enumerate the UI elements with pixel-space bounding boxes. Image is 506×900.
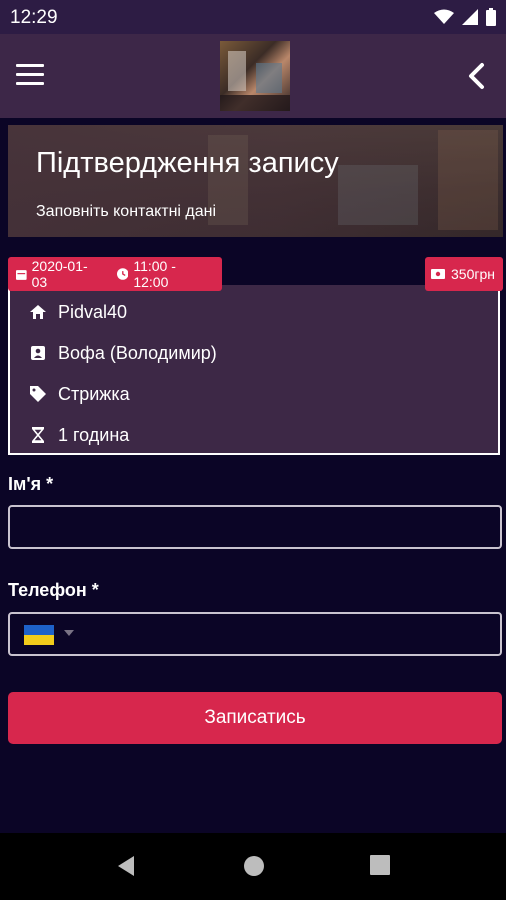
nav-recents-icon[interactable] bbox=[370, 855, 390, 875]
master-row: Вофа (Володимир) bbox=[30, 338, 217, 368]
nav-back-icon[interactable] bbox=[116, 855, 136, 877]
signal-icon bbox=[462, 9, 478, 25]
home-icon bbox=[30, 304, 46, 320]
back-icon[interactable] bbox=[464, 62, 488, 90]
date-time-badge: 2020-01-03 11:00 - 12:00 bbox=[8, 257, 222, 291]
booking-date: 2020-01-03 bbox=[31, 258, 88, 290]
status-time: 12:29 bbox=[10, 7, 58, 28]
system-nav-bar bbox=[0, 833, 506, 900]
booking-price: 350грн bbox=[451, 266, 495, 282]
submit-label: Записатись bbox=[204, 707, 306, 728]
price-badge: 350грн bbox=[425, 257, 503, 291]
page-header: Підтвердження запису Заповніть контактні… bbox=[8, 125, 503, 237]
service-name: Стрижка bbox=[58, 383, 130, 404]
master-name: Вофа (Володимир) bbox=[58, 342, 217, 363]
tag-icon bbox=[30, 386, 46, 402]
battery-icon bbox=[486, 8, 496, 26]
phone-field[interactable] bbox=[8, 612, 502, 656]
page-title: Підтвердження запису bbox=[36, 147, 339, 179]
status-bar: 12:29 bbox=[0, 0, 506, 34]
nav-home-icon[interactable] bbox=[243, 855, 265, 877]
ukraine-flag-icon[interactable] bbox=[24, 625, 54, 645]
duration-row: 1 година bbox=[30, 420, 129, 450]
status-icons bbox=[434, 8, 496, 26]
hourglass-icon bbox=[30, 427, 46, 443]
location-name: Pidval40 bbox=[58, 301, 128, 322]
salon-logo bbox=[220, 41, 290, 111]
location-row: Pidval40 bbox=[30, 297, 127, 327]
money-icon bbox=[431, 269, 445, 279]
booking-time: 11:00 - 12:00 bbox=[133, 258, 176, 290]
duration-value: 1 година bbox=[58, 424, 130, 445]
clock-icon bbox=[116, 268, 129, 280]
booking-card: Pidval40 Вофа (Володимир) Стрижка 1 годи… bbox=[8, 285, 500, 455]
chevron-down-icon[interactable] bbox=[64, 630, 74, 636]
name-label: Ім'я * bbox=[8, 474, 54, 494]
phone-label: Телефон * bbox=[8, 580, 99, 600]
submit-button[interactable]: Записатись bbox=[8, 692, 502, 744]
name-field[interactable] bbox=[8, 505, 502, 549]
menu-icon[interactable] bbox=[16, 64, 44, 88]
calendar-icon bbox=[16, 269, 27, 280]
page-subtitle: Заповніть контактні дані bbox=[36, 203, 217, 220]
app-bar bbox=[0, 34, 506, 118]
wifi-icon bbox=[434, 9, 454, 24]
service-row: Стрижка bbox=[30, 379, 130, 409]
contact-icon bbox=[30, 345, 46, 361]
